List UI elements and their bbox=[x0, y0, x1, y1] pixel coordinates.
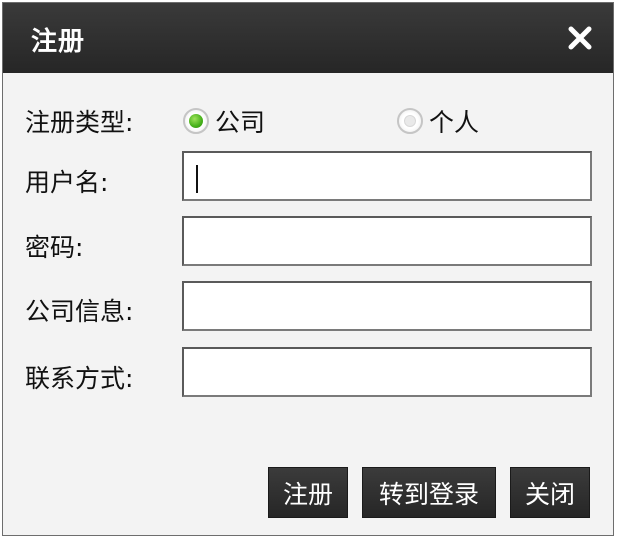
register-button[interactable]: 注册 bbox=[268, 467, 348, 518]
radio-company-label: 公司 bbox=[215, 108, 266, 137]
register-dialog: 注册 注册类型: 公司 个人 用户名: 密码: 公司信息: 联系方式: 注册 转… bbox=[2, 2, 614, 536]
radio-company[interactable]: 公司 bbox=[183, 103, 265, 139]
password-input[interactable] bbox=[182, 216, 592, 266]
password-label: 密码: bbox=[25, 233, 84, 262]
radio-company-dot[interactable] bbox=[183, 108, 209, 134]
radio-personal[interactable]: 个人 bbox=[397, 103, 479, 139]
contact-input[interactable] bbox=[182, 347, 592, 397]
text-caret bbox=[196, 165, 198, 193]
username-label: 用户名: bbox=[25, 168, 109, 197]
username-input[interactable] bbox=[182, 151, 592, 201]
close-button[interactable]: 关闭 bbox=[510, 467, 590, 518]
register-type-label: 注册类型: bbox=[25, 108, 134, 137]
dialog-title: 注册 bbox=[31, 27, 86, 57]
company-info-input[interactable] bbox=[182, 281, 592, 331]
contact-label: 联系方式: bbox=[25, 364, 134, 393]
radio-personal-label: 个人 bbox=[429, 108, 480, 137]
company-info-label: 公司信息: bbox=[25, 297, 134, 326]
to-login-button[interactable]: 转到登录 bbox=[362, 467, 496, 518]
radio-personal-dot[interactable] bbox=[397, 108, 423, 134]
dialog-titlebar: 注册 bbox=[3, 3, 613, 73]
close-icon[interactable] bbox=[567, 25, 593, 51]
